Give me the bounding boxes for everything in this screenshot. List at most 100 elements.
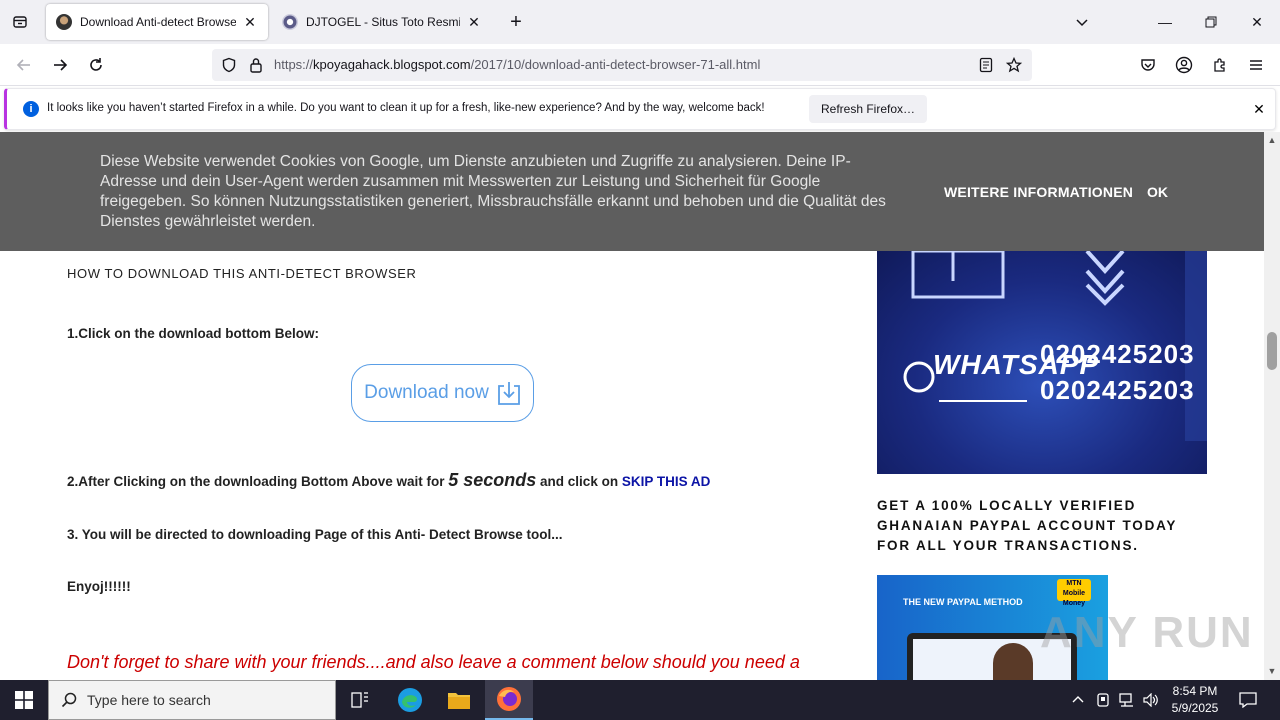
minimize-icon: —: [1158, 14, 1172, 30]
pocket-button[interactable]: [1133, 50, 1163, 80]
info-icon: i: [23, 101, 39, 117]
scroll-down-icon[interactable]: ▼: [1267, 666, 1277, 676]
refresh-firefox-notification: i It looks like you haven’t started Fire…: [4, 88, 1276, 130]
step-1: 1.Click on the download bottom Below:: [67, 326, 319, 341]
enjoy-text: Enyoj!!!!!!: [67, 579, 131, 594]
back-button[interactable]: [9, 50, 39, 80]
close-tab-icon[interactable]: ✕: [466, 14, 482, 30]
minimize-button[interactable]: —: [1142, 0, 1188, 44]
windows-taskbar: Type here to search 8:54 PM 5/9/2025: [0, 680, 1280, 720]
puzzle-icon: [1214, 58, 1225, 72]
speaker-icon: [1143, 693, 1158, 707]
close-tab-icon[interactable]: ✕: [242, 14, 258, 30]
url-path: /2017/10/download-anti-detect-browser-71…: [470, 57, 761, 72]
ethernet-tray-icon[interactable]: [1116, 680, 1138, 720]
shield-icon[interactable]: [221, 57, 237, 73]
scroll-up-icon[interactable]: ▲: [1267, 135, 1277, 145]
more-info-link[interactable]: WEITERE INFORMATIONEN: [944, 184, 1133, 200]
reload-icon: [90, 58, 102, 71]
site-favicon-icon: [56, 14, 72, 30]
anyrun-watermark: ANY RUN: [1040, 608, 1254, 657]
device-icon: [1097, 693, 1109, 707]
action-center-button[interactable]: [1232, 680, 1264, 720]
whatsapp-number: 0202425203: [1040, 375, 1195, 405]
step-3: 3. You will be directed to downloading P…: [67, 527, 563, 542]
clock-date: 5/9/2025: [1171, 701, 1219, 715]
extensions-button[interactable]: [1205, 50, 1235, 80]
mtn-badge: MTN Mobile Money: [1057, 579, 1091, 607]
arrow-right-icon: [54, 59, 68, 71]
network-icon: [1119, 693, 1133, 707]
firefox-taskbar-button[interactable]: [485, 680, 533, 720]
edge-icon: [398, 688, 422, 712]
firefox-view-icon: [13, 16, 27, 28]
person-photo: [993, 643, 1033, 680]
lock-icon[interactable]: [249, 57, 263, 73]
windows-logo-icon: [15, 691, 33, 709]
task-view-icon: [351, 692, 368, 708]
taskbar-search-box[interactable]: Type here to search: [48, 680, 336, 720]
folder-icon: [448, 693, 470, 709]
bookmark-star-icon[interactable]: [1006, 57, 1022, 73]
reader-view-icon[interactable]: [978, 57, 994, 73]
account-button[interactable]: [1169, 50, 1199, 80]
page-scrollbar[interactable]: ▲ ▼: [1264, 132, 1280, 680]
search-placeholder: Type here to search: [87, 692, 211, 708]
step-2-text: 2.After Clicking on the downloading Bott…: [67, 474, 449, 489]
volume-tray-icon[interactable]: [1140, 680, 1162, 720]
pocket-icon: [1141, 59, 1155, 71]
whatsapp-number: 0202425203: [1040, 339, 1195, 369]
file-explorer-taskbar-button[interactable]: [435, 680, 483, 720]
notification-icon: [1239, 692, 1257, 708]
url-bar[interactable]: https://kpoyagahack.blogspot.com/2017/10…: [212, 49, 1032, 81]
task-view-button[interactable]: [336, 680, 384, 720]
restore-icon: [1205, 16, 1217, 28]
edge-taskbar-button[interactable]: [386, 680, 434, 720]
cookie-ok-button[interactable]: OK: [1147, 184, 1168, 200]
clock-time: 8:54 PM: [1172, 684, 1218, 698]
chevron-down-icon: [1076, 19, 1088, 27]
restore-button[interactable]: [1188, 0, 1234, 44]
network-tray-icon[interactable]: [1092, 680, 1114, 720]
arrow-left-icon: [16, 59, 30, 71]
firefox-icon: [497, 687, 521, 711]
close-window-button[interactable]: ✕: [1234, 0, 1280, 44]
plus-icon: +: [510, 10, 522, 33]
refresh-firefox-button[interactable]: Refresh Firefox…: [809, 95, 928, 123]
start-button[interactable]: [0, 680, 48, 720]
tab-djtogel[interactable]: DJTOGEL - Situs Toto Resmi Terg ✕: [272, 4, 492, 40]
show-hidden-icons-button[interactable]: [1066, 680, 1090, 720]
page-content: Diese Website verwendet Cookies von Goog…: [0, 132, 1264, 680]
step-2-seconds: 5 seconds: [448, 470, 537, 490]
download-now-button[interactable]: Download now: [351, 364, 534, 422]
cookie-consent-banner: Diese Website verwendet Cookies von Goog…: [0, 132, 1264, 251]
tab-title: DJTOGEL - Situs Toto Resmi Terg: [306, 15, 460, 29]
download-icon: [497, 382, 520, 405]
list-all-tabs-button[interactable]: [1068, 8, 1096, 36]
reload-button[interactable]: [81, 50, 111, 80]
menu-button[interactable]: [1241, 50, 1271, 80]
navigation-toolbar: https://kpoyagahack.blogspot.com/2017/10…: [0, 44, 1280, 86]
paypal-promo-text: GET A 100% LOCALLY VERIFIED GHANAIAN PAY…: [877, 498, 1177, 553]
url-text[interactable]: https://kpoyagahack.blogspot.com/2017/10…: [274, 57, 760, 72]
share-note: Don't forget to share with your friends.…: [67, 652, 800, 672]
close-notification-icon[interactable]: ✕: [1249, 99, 1269, 119]
scroll-thumb[interactable]: [1267, 332, 1277, 370]
post-heading: HOW TO DOWNLOAD THIS ANTI-DETECT BROWSER: [67, 266, 417, 281]
forward-button[interactable]: [45, 50, 75, 80]
tab-bar: Download Anti-detect Browser ✕ DJTOGEL -…: [0, 0, 1280, 44]
chevron-up-icon: [1072, 696, 1084, 703]
search-icon: [61, 692, 77, 708]
cookie-text: Diese Website verwendet Cookies von Goog…: [100, 153, 886, 230]
skip-this-ad-text: SKIP THIS AD: [621, 474, 711, 489]
taskbar-clock[interactable]: 8:54 PM 5/9/2025: [1160, 683, 1230, 717]
firefox-view-button[interactable]: [6, 8, 34, 36]
hamburger-menu-icon: [1250, 60, 1262, 70]
tab-download-anti-detect[interactable]: Download Anti-detect Browser ✕: [46, 4, 268, 40]
paypal-image-title: THE NEW PAYPAL METHOD: [903, 597, 1023, 607]
new-tab-button[interactable]: +: [502, 8, 530, 36]
whatsapp-ad-banner[interactable]: WHATSAPP 0202425203 0202425203: [877, 251, 1207, 474]
site-favicon-icon: [282, 14, 298, 30]
download-button-label: Download now: [364, 382, 489, 403]
account-icon: [1175, 56, 1193, 74]
